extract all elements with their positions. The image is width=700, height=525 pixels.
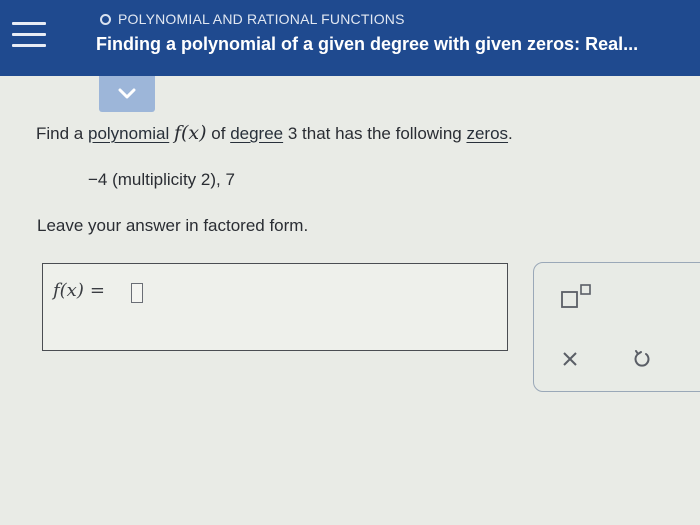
answer-label: f(x) =	[53, 280, 105, 301]
exponent-template-icon	[561, 284, 591, 308]
instruction-text: Leave your answer in factored form.	[37, 216, 309, 235]
lesson-title: Finding a polynomial of a given degree w…	[96, 34, 639, 54]
topic-row: POLYNOMIAL AND RATIONAL FUNCTIONS	[100, 10, 405, 28]
undo-button[interactable]	[632, 349, 652, 374]
chevron-down-icon	[118, 88, 136, 99]
polynomial-link[interactable]: polynomial	[88, 124, 169, 143]
exponent-button[interactable]	[560, 283, 596, 314]
undo-icon	[634, 350, 650, 367]
topic-label: POLYNOMIAL AND RATIONAL FUNCTIONS	[118, 11, 405, 27]
x-clear-icon	[563, 352, 577, 366]
zeros-list: −4 (multiplicity 2), 7	[88, 170, 235, 189]
zeros-link[interactable]: zeros	[466, 124, 508, 143]
answer-input-box[interactable]: f(x) =	[42, 263, 508, 351]
function-notation: f(x)	[173, 122, 207, 144]
question-text: Find a polynomial f(x) of degree 3 that …	[36, 122, 513, 144]
header-bar: POLYNOMIAL AND RATIONAL FUNCTIONS Findin…	[0, 0, 700, 76]
degree-link[interactable]: degree	[230, 124, 283, 143]
math-tool-panel	[533, 262, 700, 392]
menu-icon[interactable]	[12, 22, 46, 48]
answer-input-slot[interactable]	[131, 283, 143, 303]
expand-header-button[interactable]	[99, 76, 155, 112]
clear-button[interactable]	[562, 351, 578, 372]
progress-circle-icon	[100, 13, 111, 25]
